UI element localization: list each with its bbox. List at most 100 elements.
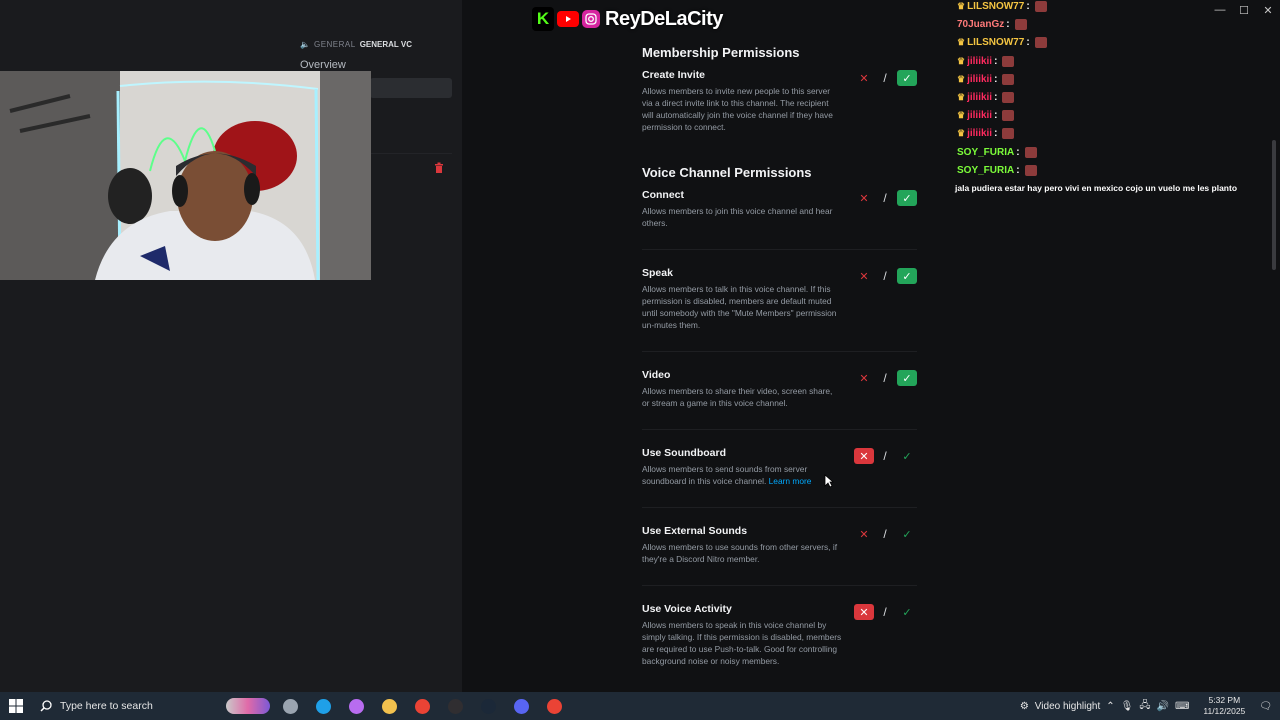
allow-button[interactable]: ✓	[897, 526, 917, 542]
toggle-use-external-sounds: ✕ / ✓	[854, 526, 930, 544]
copilot-icon-glyph	[349, 698, 364, 714]
perm-desc: Allows members to speak in this voice ch…	[642, 620, 842, 666]
task-view-icon[interactable]	[274, 692, 307, 720]
taskbar-search[interactable]: Type here to search	[32, 692, 222, 720]
chat-username[interactable]: jiliikii	[967, 92, 992, 103]
chat-username[interactable]: jiliikii	[967, 110, 992, 121]
youtube-logo-icon	[557, 11, 579, 27]
chrome-icon-glyph	[415, 698, 430, 714]
neutral-button[interactable]: /	[875, 370, 895, 386]
video-highlight-icon[interactable]: ⚙	[1020, 701, 1029, 712]
deny-button[interactable]: ✕	[854, 604, 874, 620]
learn-more-link[interactable]: Learn more	[769, 476, 812, 486]
chat-line: SOY_FURIA:	[957, 146, 1037, 158]
deny-button[interactable]: ✕	[854, 268, 874, 284]
clock[interactable]: 5:32 PM 11/12/2025	[1203, 695, 1245, 717]
trash-icon[interactable]	[434, 162, 444, 173]
neutral-button[interactable]: /	[875, 190, 895, 206]
scrollbar[interactable]	[1272, 140, 1276, 270]
instagram-logo-icon	[582, 10, 600, 28]
network-icon[interactable]: 🖧	[1139, 698, 1150, 715]
chat-username[interactable]: 70JuanGz	[957, 19, 1004, 30]
emote-icon	[1024, 146, 1037, 158]
windows-logo-icon	[9, 699, 23, 713]
volume-icon[interactable]: 🔊	[1156, 701, 1168, 712]
chat-username[interactable]: SOY_FURIA	[957, 147, 1014, 158]
neutral-button[interactable]: /	[875, 604, 895, 620]
allow-button[interactable]: ✓	[897, 70, 917, 86]
deny-button[interactable]: ✕	[854, 448, 874, 464]
clock-date: 11/12/2025	[1203, 706, 1246, 716]
allow-button[interactable]: ✓	[897, 604, 917, 620]
deny-button[interactable]: ✕	[854, 70, 874, 86]
chat-colon: :	[994, 92, 998, 103]
file-explorer-icon[interactable]	[373, 692, 406, 720]
maximize-icon[interactable]: ☐	[1232, 0, 1256, 20]
emote-icon	[1024, 164, 1037, 176]
chrome-icon[interactable]	[406, 692, 439, 720]
keyboard-icon[interactable]: ⌨	[1175, 701, 1189, 712]
webcam-feed	[0, 71, 371, 280]
neutral-button[interactable]: /	[875, 268, 895, 284]
chat-username[interactable]: jiliikii	[967, 56, 992, 67]
chevron-up-icon[interactable]: ⌃	[1106, 701, 1114, 712]
divider	[370, 153, 452, 154]
chat-username[interactable]: jiliikii	[967, 128, 992, 139]
deny-button[interactable]: ✕	[854, 190, 874, 206]
close-icon[interactable]: ✕	[1256, 0, 1280, 20]
permissions-panel: Membership Permissions Create Invite All…	[462, 0, 942, 692]
neutral-button[interactable]: /	[875, 526, 895, 542]
perm-desc: Allows members to use sounds from other …	[642, 542, 838, 564]
overview-tab[interactable]: Overview	[300, 59, 346, 71]
allow-button[interactable]: ✓	[897, 190, 917, 206]
chat-colon: :	[994, 110, 998, 122]
chat-colon: :	[994, 73, 998, 85]
taskbar-apps	[222, 692, 571, 720]
selected-settings-row[interactable]	[370, 78, 452, 98]
channel-category: GENERAL	[313, 40, 356, 49]
allow-button[interactable]: ✓	[897, 370, 917, 386]
chat-line: ♛ jiliikii:	[957, 110, 1015, 122]
emote-icon	[1002, 110, 1015, 122]
chrome-icon-2[interactable]	[538, 692, 571, 720]
minimize-icon[interactable]: —	[1208, 0, 1232, 20]
chat-username[interactable]: SOY_FURIA	[957, 165, 1014, 176]
chat-username[interactable]: LILSNOW77	[967, 37, 1024, 48]
crown-badge-icon: ♛	[957, 73, 966, 84]
crown-badge-icon: ♛	[957, 1, 966, 11]
streamer-banner: K ReyDeLaCity	[532, 6, 723, 32]
divider	[642, 585, 917, 586]
perm-desc: Allows members to invite new people to t…	[642, 86, 833, 132]
chat-colon: :	[1006, 19, 1010, 31]
chat-colon: :	[1026, 1, 1030, 12]
chat-username[interactable]: LILSNOW77	[967, 1, 1024, 12]
channel-breadcrumb: 🔈 GENERAL GENERAL VC	[300, 40, 412, 49]
toggle-connect: ✕ / ✓	[854, 190, 930, 208]
widgets-icon[interactable]	[222, 692, 274, 720]
microphone-icon[interactable]: 🎙	[1121, 701, 1134, 712]
allow-button[interactable]: ✓	[897, 448, 917, 464]
clock-time: 5:32 PM	[1208, 695, 1241, 705]
obs-icon[interactable]	[439, 692, 472, 720]
notifications-icon[interactable]: 🗨	[1259, 701, 1272, 712]
neutral-button[interactable]: /	[875, 70, 895, 86]
chat-username[interactable]: jiliikii	[967, 74, 992, 85]
discord-icon[interactable]	[505, 692, 538, 720]
copilot-icon[interactable]	[340, 692, 373, 720]
deny-button[interactable]: ✕	[854, 526, 874, 542]
allow-button[interactable]: ✓	[897, 268, 917, 284]
neutral-button[interactable]: /	[875, 448, 895, 464]
steam-icon[interactable]	[472, 692, 505, 720]
perm-desc: Allows members to talk in this voice cha…	[642, 284, 837, 330]
crown-badge-icon: ♛	[957, 110, 966, 121]
windows-taskbar: Type here to search ⚙ Video highlight ⌃ …	[0, 692, 1280, 720]
crown-badge-icon: ♛	[957, 128, 966, 139]
perm-desc: Allows members to send sounds from serve…	[642, 463, 842, 487]
video-highlight-label[interactable]: Video highlight	[1035, 701, 1100, 712]
start-button[interactable]	[0, 692, 32, 720]
chat-line: ♛ jiliikii:	[957, 73, 1015, 85]
deny-button[interactable]: ✕	[854, 370, 874, 386]
edge-icon[interactable]	[307, 692, 340, 720]
discord-icon-glyph	[514, 698, 529, 714]
chrome-icon-2-glyph	[547, 698, 562, 714]
